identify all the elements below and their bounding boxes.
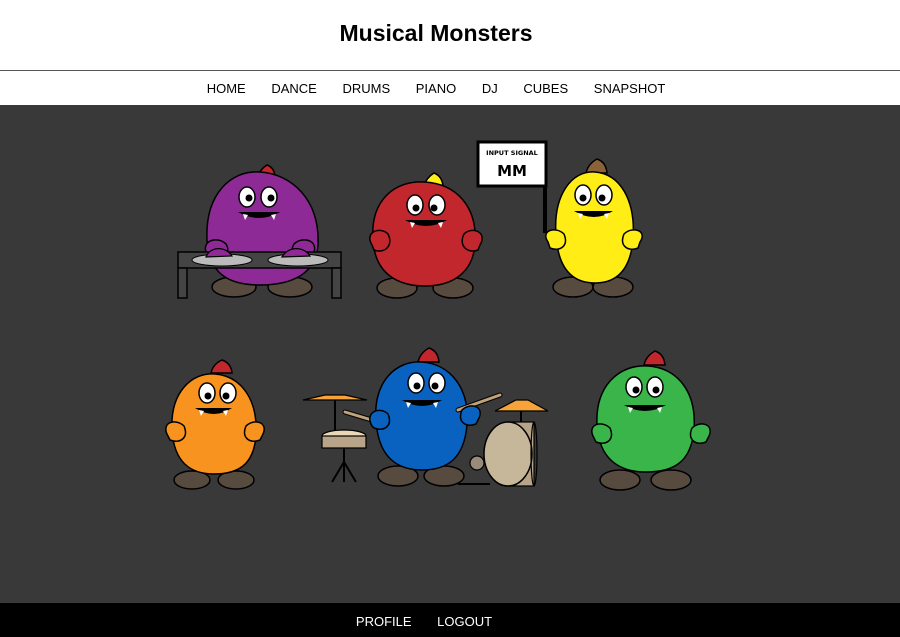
nav-piano[interactable]: PIANO <box>416 81 456 96</box>
orange-monster-hat <box>210 359 233 374</box>
nav-snapshot[interactable]: SNAPSHOT <box>594 81 666 96</box>
yellow-monster-body <box>554 171 635 284</box>
nav-dance[interactable]: DANCE <box>271 81 317 96</box>
monster-scene: INPUT SIGNAL MM <box>165 140 711 491</box>
nav-home[interactable]: HOME <box>207 81 246 96</box>
nav-dj[interactable]: DJ <box>482 81 498 96</box>
green-monster-body <box>596 365 695 473</box>
header: Musical Monsters <box>0 0 900 70</box>
footer-logout-link[interactable]: LOGOUT <box>437 614 492 629</box>
drummer-monster-hat <box>417 347 440 363</box>
left-cymbal <box>302 394 368 401</box>
green-monster-hat <box>643 350 666 366</box>
main-nav: HOME DANCE DRUMS PIANO DJ CUBES SNAPSHOT <box>0 70 900 105</box>
sign-title: INPUT SIGNAL <box>486 149 538 157</box>
drummer-monster[interactable] <box>302 347 549 487</box>
green-monster[interactable] <box>591 350 711 491</box>
yellow-monster[interactable] <box>545 158 643 298</box>
right-cymbal <box>494 399 549 412</box>
bass-drum <box>483 421 533 487</box>
dj-monster[interactable] <box>177 164 342 299</box>
site-title: Musical Monsters <box>339 20 533 46</box>
nav-drums[interactable]: DRUMS <box>342 81 390 96</box>
footer-profile-link[interactable]: PROFILE <box>356 614 412 629</box>
footer: PROFILE LOGOUT <box>0 603 900 637</box>
monster-stage: INPUT SIGNAL MM <box>0 105 900 603</box>
sign-value: MM <box>497 162 527 180</box>
nav-cubes[interactable]: CUBES <box>523 81 568 96</box>
orange-monster[interactable] <box>165 359 265 490</box>
red-monster[interactable] <box>369 172 483 299</box>
yellow-monster-hat <box>585 158 608 174</box>
input-signal-sign: INPUT SIGNAL MM <box>476 140 548 233</box>
